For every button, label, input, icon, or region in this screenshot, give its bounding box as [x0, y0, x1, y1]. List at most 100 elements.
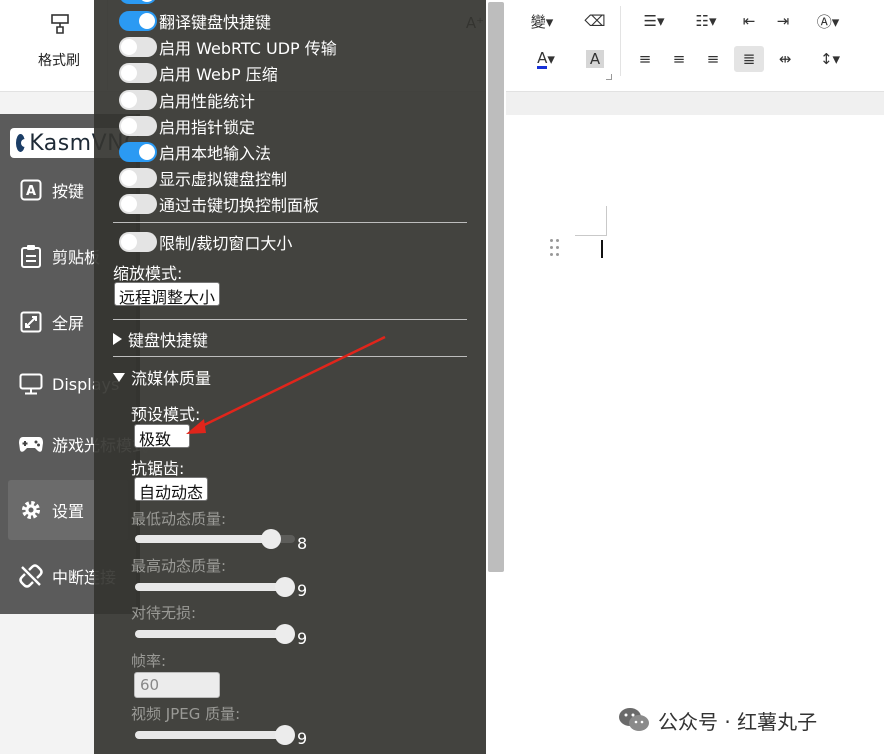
eraser-icon[interactable]: ⌫ [580, 8, 610, 34]
jpeg-quality-slider[interactable] [135, 725, 295, 745]
format-painter-icon[interactable] [48, 12, 72, 36]
toggle-label: 启用 WebP 压缩 [159, 65, 278, 84]
preset-mode-select[interactable]: 极致 [134, 424, 190, 449]
preset-mode-label: 预设模式: [131, 405, 201, 424]
distribute-icon[interactable]: ⇹ [770, 46, 800, 72]
dialog-launcher-icon[interactable] [606, 74, 612, 80]
toggle-row[interactable]: 启用 WebRTC UDP 传输 [119, 35, 337, 59]
collapse-triangle-icon [113, 372, 125, 382]
toggle-row[interactable]: 启用 WebP 压缩 [119, 61, 278, 85]
kasm-item-label: 按键 [52, 182, 85, 201]
scale-mode-select[interactable]: 远程调整大小 [114, 282, 221, 307]
toggle-row[interactable]: 通过击键切换控制面板 [119, 192, 319, 216]
settings-scrollbar-thumb[interactable] [488, 2, 504, 572]
toggle-row[interactable]: 限制/裁切窗口大小 [119, 230, 292, 254]
text-cursor [601, 240, 603, 258]
bullet-list-icon[interactable]: ☰▾ [634, 8, 674, 34]
align-right-icon[interactable]: ≡ [698, 46, 728, 72]
keyboard-shortcuts-section[interactable]: 键盘快捷键 [113, 328, 208, 350]
slider-fill [135, 583, 285, 591]
toggle-switch[interactable] [119, 168, 157, 188]
divider [113, 319, 467, 320]
toggle-switch[interactable] [119, 194, 157, 214]
treat-lossless-slider[interactable] [135, 624, 295, 644]
gamepad-icon [18, 431, 44, 457]
antialias-label: 抗锯齿: [131, 459, 185, 478]
increase-indent-icon[interactable]: ⇥ [768, 8, 798, 34]
gear-icon [18, 497, 44, 523]
char-shading-icon[interactable]: A [580, 46, 610, 72]
kasm-logo-icon [16, 134, 30, 152]
decrease-indent-icon[interactable]: ⇤ [734, 8, 764, 34]
toggle-switch[interactable] [119, 37, 157, 57]
toggle-switch[interactable] [119, 116, 157, 136]
max-quality-label: 最高动态质量: [131, 557, 227, 575]
text-direction-icon[interactable]: Ⓐ▾ [806, 8, 850, 34]
toggle-row[interactable]: 启用性能统计 [119, 88, 255, 112]
document-page[interactable] [506, 115, 884, 754]
kasm-item-label: 设置 [52, 502, 85, 521]
toggle-label: 启用 WebRTC UDP 传输 [159, 39, 337, 58]
line-spacing-icon[interactable]: ↕▾ [808, 46, 852, 72]
slider-thumb[interactable] [275, 725, 295, 745]
toggle-row[interactable]: 显示虚拟键盘控制 [119, 166, 287, 190]
toggle-switch[interactable] [119, 63, 157, 83]
treat-lossless-label: 对待无损: [131, 604, 197, 622]
min-quality-label: 最低动态质量: [131, 510, 227, 528]
toggle-switch[interactable] [119, 142, 157, 162]
justify-icon[interactable]: ≣ [734, 46, 764, 72]
slider-fill [135, 535, 271, 543]
font-color-icon[interactable]: A ▾ [524, 46, 568, 72]
toggle-switch[interactable] [119, 11, 157, 31]
toggle-switch[interactable] [119, 232, 157, 252]
toggle-row-clipped[interactable] [119, 0, 157, 6]
disconnect-icon [18, 563, 44, 589]
align-center-icon[interactable]: ≡ [664, 46, 694, 72]
min-quality-value: 8 [297, 534, 308, 553]
jpeg-quality-label: 视频 JPEG 质量: [131, 705, 241, 723]
max-quality-value: 9 [297, 581, 308, 600]
kasm-item-label: 全屏 [52, 314, 85, 333]
numbered-list-icon[interactable]: ☷▾ [686, 8, 726, 34]
divider [113, 356, 467, 357]
phonetic-guide-icon[interactable]: 變▾ [520, 8, 564, 34]
divider [113, 222, 467, 223]
expand-triangle-icon [113, 333, 122, 345]
toggle-label: 限制/裁切窗口大小 [159, 234, 293, 253]
toggle-label: 翻译键盘快捷键 [159, 13, 272, 32]
section-title: 流媒体质量 [131, 369, 212, 388]
scale-mode-label: 缩放模式: [113, 264, 183, 283]
wechat-icon [619, 708, 649, 731]
toggle-label: 启用性能统计 [159, 92, 256, 111]
toggle-row[interactable]: 翻译键盘快捷键 [119, 9, 271, 33]
stream-quality-section[interactable]: 流媒体质量 [113, 366, 211, 388]
slider-thumb[interactable] [261, 529, 281, 549]
watermark-text: 公众号 · 红薯丸子 [658, 709, 818, 734]
toggle-switch[interactable] [119, 90, 157, 110]
slider-thumb[interactable] [275, 577, 295, 597]
toggle-row[interactable]: 启用本地输入法 [119, 140, 271, 164]
toggle-label: 显示虚拟键盘控制 [159, 170, 288, 189]
align-left-icon[interactable]: ≡ [630, 46, 660, 72]
treat-lossless-value: 9 [297, 629, 308, 648]
monitor-icon [18, 371, 44, 397]
antialias-select[interactable]: 自动动态 [134, 477, 209, 502]
section-title: 键盘快捷键 [128, 331, 209, 350]
svg-text:A: A [26, 184, 36, 199]
toggle-label: 启用本地输入法 [159, 144, 272, 163]
toggle-row[interactable]: 启用指针锁定 [119, 114, 255, 138]
toggle-label: 启用指针锁定 [159, 118, 256, 137]
format-painter-label[interactable]: 格式刷 [38, 50, 80, 70]
jpeg-quality-value: 9 [297, 729, 308, 748]
frame-rate-label: 帧率: [131, 652, 167, 670]
toggle-switch[interactable] [119, 0, 157, 4]
kasm-item-label: 剪贴板 [52, 248, 101, 267]
min-quality-slider[interactable] [135, 529, 295, 549]
paragraph-drag-handle-icon[interactable] [550, 239, 562, 257]
frame-rate-input[interactable]: 60 [134, 672, 220, 698]
page-margin-marker [575, 206, 607, 236]
fullscreen-icon [18, 309, 44, 335]
keyboard-a-icon: A [18, 177, 44, 203]
max-quality-slider[interactable] [135, 577, 295, 597]
slider-thumb[interactable] [275, 624, 295, 644]
